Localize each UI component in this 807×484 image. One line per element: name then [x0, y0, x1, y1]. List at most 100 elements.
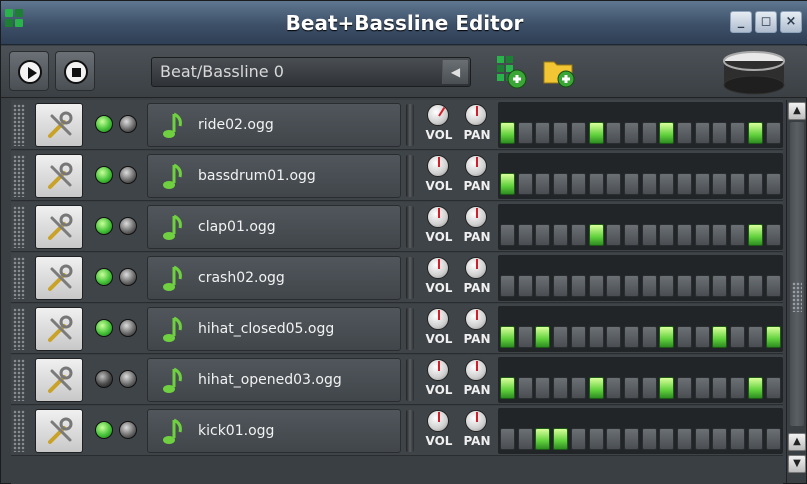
step-button[interactable] [641, 326, 657, 348]
step-button[interactable] [765, 428, 781, 450]
drag-handle[interactable] [13, 308, 25, 350]
pan-knob[interactable] [465, 206, 487, 228]
step-button[interactable] [659, 326, 675, 348]
step-button[interactable] [623, 377, 639, 399]
step-button[interactable] [694, 173, 710, 195]
mute-toggle[interactable] [95, 370, 113, 388]
solo-toggle[interactable] [119, 421, 137, 439]
step-button[interactable] [517, 377, 533, 399]
step-button[interactable] [553, 428, 569, 450]
maximize-button[interactable]: ◻ [755, 11, 777, 33]
step-button[interactable] [500, 173, 515, 195]
step-button[interactable] [606, 326, 622, 348]
step-button[interactable] [765, 224, 781, 246]
step-button[interactable] [606, 377, 622, 399]
step-button[interactable] [712, 326, 728, 348]
step-button[interactable] [747, 173, 763, 195]
step-button[interactable] [747, 377, 763, 399]
pan-knob[interactable] [465, 155, 487, 177]
step-button[interactable] [570, 122, 586, 144]
solo-toggle[interactable] [119, 166, 137, 184]
step-button[interactable] [712, 275, 728, 297]
title-bar[interactable]: Beat+Bassline Editor _ ◻ × [1, 1, 807, 45]
step-button[interactable] [606, 428, 622, 450]
solo-toggle[interactable] [119, 268, 137, 286]
step-button[interactable] [553, 275, 569, 297]
track-name-button[interactable]: bassdrum01.ogg [147, 154, 401, 198]
track-settings-button[interactable] [35, 256, 83, 300]
add-beat-bassline-button[interactable] [491, 52, 531, 92]
track-name-button[interactable]: crash02.ogg [147, 256, 401, 300]
play-button[interactable] [9, 51, 49, 91]
step-button[interactable] [535, 428, 551, 450]
minimize-button[interactable]: _ [730, 11, 752, 33]
step-button[interactable] [570, 377, 586, 399]
step-button[interactable] [694, 122, 710, 144]
step-button[interactable] [500, 326, 515, 348]
track-name-button[interactable]: clap01.ogg [147, 205, 401, 249]
volume-knob[interactable] [427, 359, 449, 381]
step-button[interactable] [712, 122, 728, 144]
step-button[interactable] [623, 275, 639, 297]
mute-toggle[interactable] [95, 421, 113, 439]
selector-arrow-icon[interactable]: ◀ [442, 60, 468, 84]
track-settings-button[interactable] [35, 205, 83, 249]
step-button[interactable] [500, 224, 515, 246]
step-button[interactable] [641, 173, 657, 195]
scroll-up-lower-button[interactable]: ▲ [788, 433, 806, 451]
drag-handle[interactable] [13, 155, 25, 197]
track-settings-button[interactable] [35, 409, 83, 453]
add-track-button[interactable] [539, 52, 579, 92]
step-button[interactable] [641, 122, 657, 144]
step-button[interactable] [765, 275, 781, 297]
step-button[interactable] [570, 173, 586, 195]
drag-handle[interactable] [13, 410, 25, 452]
step-button[interactable] [641, 275, 657, 297]
step-button[interactable] [747, 428, 763, 450]
step-button[interactable] [606, 224, 622, 246]
solo-toggle[interactable] [119, 115, 137, 133]
mute-toggle[interactable] [95, 268, 113, 286]
step-button[interactable] [641, 377, 657, 399]
vertical-scrollbar[interactable]: ▲ ▲ ▼ [786, 100, 806, 483]
step-button[interactable] [535, 122, 551, 144]
pan-knob[interactable] [465, 308, 487, 330]
step-button[interactable] [517, 173, 533, 195]
step-button[interactable] [623, 326, 639, 348]
step-button[interactable] [730, 428, 746, 450]
step-button[interactable] [712, 173, 728, 195]
step-button[interactable] [606, 122, 622, 144]
step-button[interactable] [694, 428, 710, 450]
step-button[interactable] [712, 377, 728, 399]
step-button[interactable] [659, 173, 675, 195]
scroll-down-button[interactable]: ▼ [788, 455, 806, 473]
track-name-button[interactable]: ride02.ogg [147, 103, 401, 147]
step-button[interactable] [500, 428, 515, 450]
close-button[interactable]: × [780, 11, 802, 33]
step-button[interactable] [747, 122, 763, 144]
step-button[interactable] [730, 173, 746, 195]
step-button[interactable] [659, 122, 675, 144]
solo-toggle[interactable] [119, 319, 137, 337]
step-button[interactable] [623, 122, 639, 144]
step-button[interactable] [517, 122, 533, 144]
step-button[interactable] [730, 224, 746, 246]
step-button[interactable] [677, 173, 692, 195]
step-button[interactable] [517, 428, 533, 450]
step-button[interactable] [747, 326, 763, 348]
track-settings-button[interactable] [35, 103, 83, 147]
step-button[interactable] [765, 326, 781, 348]
step-button[interactable] [765, 377, 781, 399]
step-button[interactable] [588, 377, 604, 399]
step-button[interactable] [517, 326, 533, 348]
step-button[interactable] [553, 326, 569, 348]
step-button[interactable] [659, 428, 675, 450]
step-button[interactable] [694, 224, 710, 246]
track-settings-button[interactable] [35, 307, 83, 351]
step-button[interactable] [535, 173, 551, 195]
step-button[interactable] [588, 173, 604, 195]
step-button[interactable] [553, 377, 569, 399]
drag-handle[interactable] [13, 206, 25, 248]
drag-handle[interactable] [13, 359, 25, 401]
step-button[interactable] [730, 377, 746, 399]
